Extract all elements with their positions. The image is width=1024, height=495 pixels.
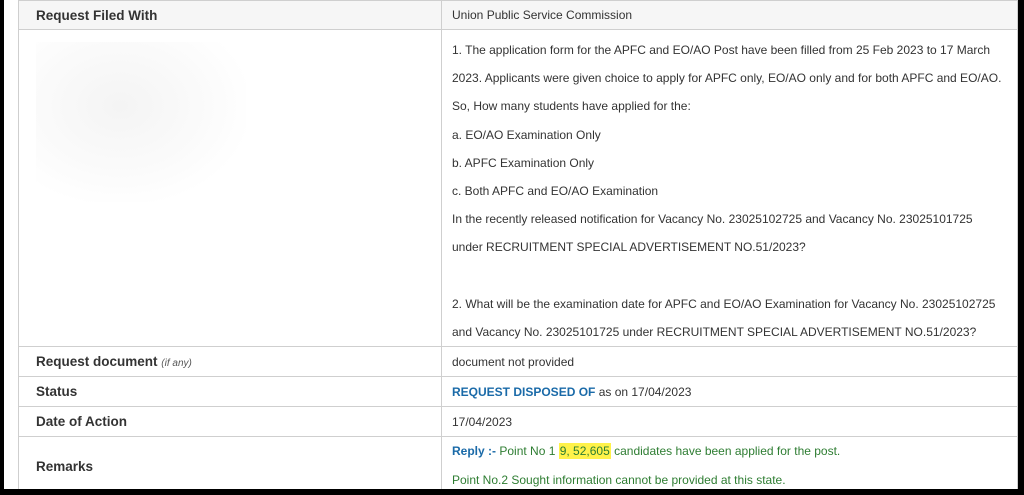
question-line: So, How many students have applied for t…: [452, 99, 691, 114]
question-line: under RECRUITMENT SPECIAL ADVERTISEMENT …: [452, 240, 806, 255]
redaction-blur: [36, 42, 246, 202]
value-remarks: Reply :- Point No 1 9, 52,605 candidates…: [441, 436, 1018, 489]
rti-details-panel: Request Filed With Union Public Service …: [4, 0, 1018, 489]
request-text: 1. The application form for the APFC and…: [441, 28, 1018, 348]
row-status: Status REQUEST DISPOSED OF as on 17/04/2…: [18, 376, 1018, 408]
label-remarks: Remarks: [18, 436, 442, 489]
row-request-document: Request document (if any) document not p…: [18, 346, 1018, 378]
row-remarks: Remarks Reply :- Point No 1 9, 52,605 ca…: [18, 436, 1018, 489]
value-request-document: document not provided: [441, 346, 1018, 378]
question-line: a. EO/AO Examination Only: [452, 127, 601, 142]
remark-prefix: Point No 1: [496, 444, 559, 459]
label-request-document: Request document (if any): [18, 346, 442, 378]
value-date-of-action: 17/04/2023: [441, 406, 1018, 438]
status-text: REQUEST DISPOSED OF: [452, 384, 596, 399]
question-line: 1. The application form for the APFC and…: [452, 43, 991, 57]
row-request-filed-with: Request Filed With Union Public Service …: [18, 0, 1018, 30]
remark-line-2: Point No.2 Sought information cannot be …: [452, 473, 786, 488]
question-line: 2. What will be the examination date for…: [452, 296, 996, 311]
reply-label: Reply :-: [452, 444, 497, 459]
question-line: and Vacancy No. 23025101725 under RECRUI…: [452, 324, 977, 339]
label-request-filed-with: Request Filed With: [18, 0, 442, 30]
row-request-text: 1. The application form for the APFC and…: [18, 28, 1018, 348]
rti-details-table: Request Filed With Union Public Service …: [18, 0, 1018, 489]
remark-suffix: candidates have been applied for the pos…: [610, 444, 841, 459]
question-line: c. Both APFC and EO/AO Examination: [452, 184, 659, 199]
row-date-of-action: Date of Action 17/04/2023: [18, 406, 1018, 438]
question-line: In the recently released notification fo…: [452, 212, 973, 227]
label-note: (if any): [161, 358, 192, 370]
question-line: 2023. Applicants were given choice to ap…: [452, 71, 1002, 86]
status-date: as on 17/04/2023: [595, 384, 692, 399]
highlighted-count: 9, 52,605: [558, 443, 611, 460]
value-public-authority: Union Public Service Commission: [441, 0, 1018, 30]
value-status: REQUEST DISPOSED OF as on 17/04/2023: [441, 376, 1018, 408]
question-line: b. APFC Examination Only: [452, 155, 595, 170]
label-status: Status: [18, 376, 442, 408]
label-text: Request document: [36, 354, 158, 370]
label-date-of-action: Date of Action: [18, 406, 442, 438]
redacted-label-area: [18, 28, 442, 348]
remark-line-1: Reply :- Point No 1 9, 52,605 candidates…: [452, 438, 1007, 467]
